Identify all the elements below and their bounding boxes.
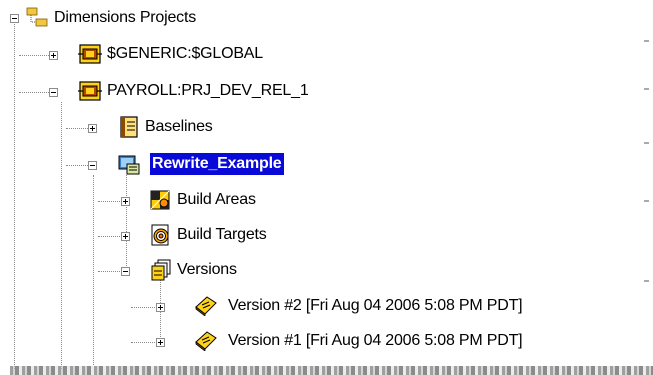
tree-node-label[interactable]: $GENERIC:$GLOBAL [105,43,265,65]
expand-toggle[interactable] [156,338,165,347]
expand-toggle[interactable] [156,303,165,312]
expand-toggle[interactable] [88,124,97,133]
version-book-icon [194,294,218,316]
build-targets-icon [149,224,173,246]
project-icon [78,43,102,65]
project-icon [78,80,102,102]
collapse-toggle[interactable] [10,14,19,23]
project-tree-icon [25,7,49,29]
tree-node-label[interactable]: Version #1 [Fri Aug 04 2006 5:08 PM PDT] [226,330,524,352]
tree-node-label[interactable]: Baselines [143,116,215,138]
tree-node-label[interactable]: Build Targets [175,224,269,246]
tree-connector [14,24,15,369]
tree-node-label[interactable]: Version #2 [Fri Aug 04 2006 5:08 PM PDT] [226,295,524,317]
expand-toggle[interactable] [121,232,130,241]
collapse-toggle[interactable] [121,267,130,276]
build-areas-icon [149,189,173,211]
baselines-icon [117,116,141,138]
tree-connector [19,55,49,56]
clipped-bottom-edge [10,366,653,375]
request-icon [117,153,141,175]
tree-node-label[interactable]: PAYROLL:PRJ_DEV_REL_1 [105,80,311,102]
tree-node-label[interactable]: Dimensions Projects [52,7,198,29]
collapse-toggle[interactable] [49,88,58,97]
clipped-right-edge [640,30,653,360]
versions-icon [149,259,173,281]
collapse-toggle[interactable] [88,161,97,170]
tree-connector [61,102,62,369]
version-book-icon [194,329,218,351]
tree-connector [19,92,49,93]
tree-node-label[interactable]: Build Areas [175,189,258,211]
tree-connector [93,175,94,365]
tree-connector [126,175,127,268]
expand-toggle[interactable] [49,51,58,60]
tree-node-label[interactable]: Versions [175,259,239,281]
tree-node-label-selected[interactable]: Rewrite_Example [150,153,284,175]
expand-toggle[interactable] [121,197,130,206]
dimensions-projects-tree: Dimensions Projects $GENERIC:$GLOBAL PAY… [0,0,653,375]
